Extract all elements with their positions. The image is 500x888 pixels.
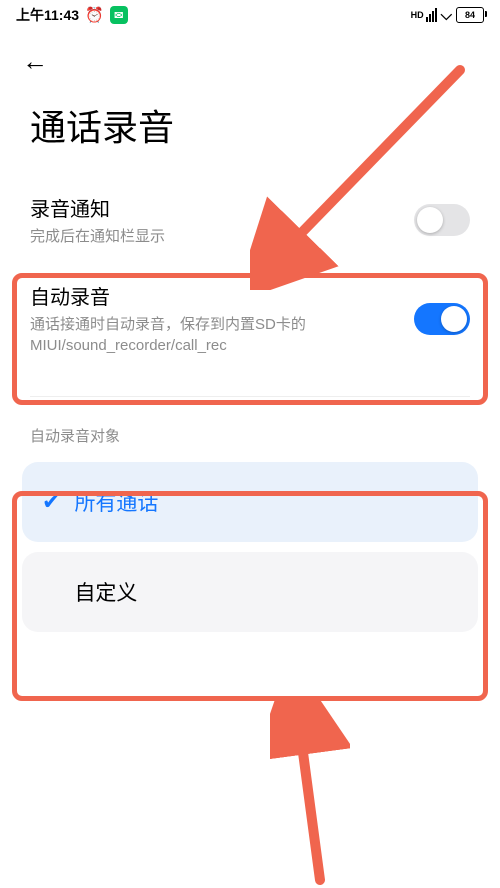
status-bar: 上午11:43 ⏰ ✉ HD ⌵ 84 (0, 0, 500, 30)
alarm-icon: ⏰ (85, 6, 104, 24)
divider (30, 396, 470, 397)
back-button[interactable]: ← (22, 48, 48, 74)
setting-title: 录音通知 (30, 193, 414, 222)
toggle-notify[interactable] (414, 204, 470, 236)
section-label-auto-target: 自动录音对象 (0, 425, 500, 462)
option-all-calls[interactable]: ✔ 所有通话 (22, 462, 478, 542)
option-label: 所有通话 (74, 487, 158, 517)
setting-subtitle: 通话接通时自动录音，保存到内置SD卡的MIUI/sound_recorder/c… (30, 314, 414, 356)
annotation-arrow-bottom (270, 700, 350, 888)
option-custom[interactable]: ✔ 自定义 (22, 552, 478, 632)
setting-text: 自动录音 通话接通时自动录音，保存到内置SD卡的MIUI/sound_recor… (30, 281, 414, 356)
setting-row-auto-record[interactable]: 自动录音 通话接通时自动录音，保存到内置SD卡的MIUI/sound_recor… (0, 255, 500, 372)
toggle-knob (441, 306, 467, 332)
battery-icon: 84 (456, 7, 484, 23)
hd-icon: HD (411, 10, 424, 20)
setting-row-notify[interactable]: 录音通知 完成后在通知栏显示 (0, 185, 500, 255)
setting-title: 自动录音 (30, 281, 414, 310)
arrow-left-icon: ← (22, 46, 48, 76)
wifi-icon: ⌵ (441, 7, 452, 24)
page-title: 通话录音 (0, 75, 500, 185)
toggle-knob (417, 207, 443, 233)
setting-text: 录音通知 完成后在通知栏显示 (30, 193, 414, 247)
auto-record-target-options: ✔ 所有通话 ✔ 自定义 (22, 462, 478, 632)
option-label: 自定义 (74, 577, 137, 607)
battery-level: 84 (465, 10, 475, 20)
wechat-icon: ✉ (110, 6, 128, 24)
signal-icon (426, 8, 437, 22)
status-left: 上午11:43 ⏰ ✉ (16, 5, 128, 25)
status-time: 上午11:43 (16, 5, 79, 25)
status-right: HD ⌵ 84 (411, 7, 484, 24)
setting-subtitle: 完成后在通知栏显示 (30, 226, 414, 247)
check-icon: ✔ (42, 489, 60, 515)
toggle-auto-record[interactable] (414, 303, 470, 335)
